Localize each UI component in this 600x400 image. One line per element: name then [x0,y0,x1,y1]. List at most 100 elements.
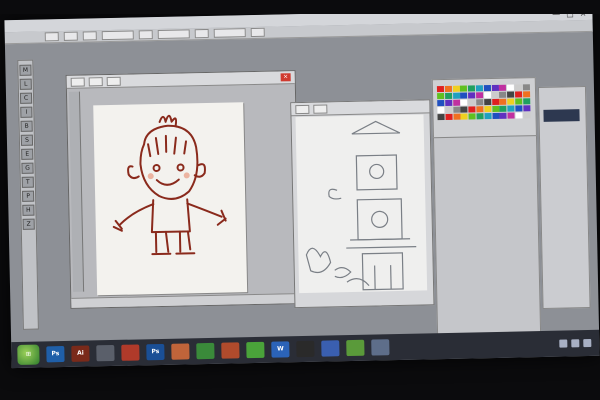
color-swatch[interactable] [522,98,531,105]
color-swatch[interactable] [437,107,445,114]
option-toggle[interactable] [138,30,153,40]
document-tab[interactable] [88,76,103,86]
color-swatch[interactable] [444,85,452,92]
color-swatch[interactable] [522,84,530,91]
taskbar-app-icon[interactable] [246,341,265,359]
start-button[interactable]: ⊞ [17,344,40,365]
color-swatch[interactable] [452,99,460,106]
color-swatch[interactable] [507,112,515,119]
color-swatch[interactable] [522,91,530,98]
brush-size-field[interactable] [101,30,134,41]
tool-preset-picker[interactable] [44,32,59,42]
gradient-tool-icon[interactable]: G [21,162,34,174]
document-window-main[interactable]: × [65,70,301,309]
color-swatch[interactable] [507,105,515,112]
document-window-secondary[interactable] [290,99,435,309]
taskbar-app-icon[interactable]: W [271,341,290,358]
taskbar-app-icon[interactable]: Ps [46,346,65,363]
color-swatch[interactable] [468,85,476,92]
color-swatch[interactable] [460,106,468,113]
color-swatch[interactable] [499,98,507,105]
color-swatch[interactable] [483,85,491,92]
crop-tool-icon[interactable]: C [19,92,33,104]
opacity-field[interactable] [157,29,190,39]
color-swatch[interactable] [499,112,507,119]
document-tab[interactable] [70,77,85,87]
color-swatch[interactable] [445,113,453,120]
color-swatch[interactable] [437,113,445,121]
color-swatch[interactable] [484,113,492,120]
taskbar-app-icon[interactable] [296,340,315,358]
color-swatch[interactable] [444,99,453,106]
color-swatch[interactable] [460,99,468,106]
option-toggle[interactable] [63,31,78,41]
hand-tool-icon[interactable]: H [22,204,35,216]
taskbar-app-icon[interactable] [121,344,140,361]
pen-tool-icon[interactable]: P [21,190,35,202]
flow-field[interactable] [213,28,246,38]
tray-icon[interactable] [571,339,580,348]
document-tab[interactable] [313,103,328,114]
color-swatch[interactable] [491,91,499,99]
color-swatch[interactable] [499,91,507,98]
document-tab[interactable] [106,76,121,86]
color-swatch[interactable] [476,113,484,120]
color-swatch[interactable] [460,113,468,120]
color-swatch[interactable] [445,106,453,113]
color-swatch[interactable] [492,112,500,120]
taskbar-app-icon[interactable] [371,339,390,356]
color-swatch[interactable] [523,112,531,119]
color-swatch[interactable] [437,93,445,100]
color-swatch[interactable] [515,105,523,112]
airbrush-toggle[interactable] [250,27,265,38]
brush-tool-icon[interactable]: B [20,120,33,132]
taskbar-app-icon[interactable] [321,340,340,357]
color-swatch[interactable] [460,85,468,92]
move-tool-icon[interactable]: M [19,64,32,76]
color-swatch[interactable] [484,106,492,113]
taskbar-app-icon[interactable] [346,339,365,357]
color-swatch[interactable] [476,99,484,106]
color-swatch[interactable] [437,100,445,107]
swatch-grid[interactable] [436,84,532,126]
taskbar-app-icon[interactable] [221,342,240,359]
color-swatch[interactable] [460,92,468,99]
color-swatch[interactable] [507,84,515,91]
lasso-tool-icon[interactable]: L [19,78,32,90]
color-swatch[interactable] [452,106,461,113]
taskbar-app-icon[interactable]: Ai [71,345,90,362]
eyedropper-tool-icon[interactable]: I [20,106,33,118]
taskbar-app-icon[interactable] [96,344,115,362]
color-swatch[interactable] [499,84,507,91]
navigator-thumbnail[interactable] [543,109,580,122]
drawing-canvas[interactable] [93,102,248,296]
color-swatch[interactable] [507,91,515,98]
color-swatch[interactable] [491,84,499,92]
type-tool-icon[interactable]: T [21,176,34,188]
color-swatch[interactable] [476,92,484,99]
color-swatch[interactable] [483,99,492,106]
color-swatch[interactable] [452,92,460,99]
taskbar-app-icon[interactable]: Ps [146,343,165,361]
taskbar-app-icon[interactable] [196,342,215,360]
color-swatch[interactable] [452,85,460,92]
color-swatch[interactable] [499,105,507,112]
color-swatch[interactable] [444,92,452,99]
color-swatch[interactable] [475,85,484,92]
color-swatch[interactable] [491,98,499,106]
color-swatch[interactable] [453,113,461,120]
option-toggle[interactable] [82,31,97,41]
option-toggle[interactable] [194,28,209,39]
color-swatch[interactable] [468,92,476,99]
tray-icon[interactable] [559,339,568,348]
color-swatch[interactable] [436,86,445,93]
document-tab[interactable] [295,104,310,114]
color-swatch[interactable] [515,91,523,98]
color-swatch[interactable] [476,106,484,113]
building-sketch-canvas[interactable] [295,114,428,294]
close-icon[interactable]: × [280,73,291,82]
taskbar-app-icon[interactable] [171,343,190,360]
color-swatch[interactable] [491,105,500,113]
zoom-tool-icon[interactable]: Z [22,218,35,230]
color-swatch[interactable] [515,98,523,105]
